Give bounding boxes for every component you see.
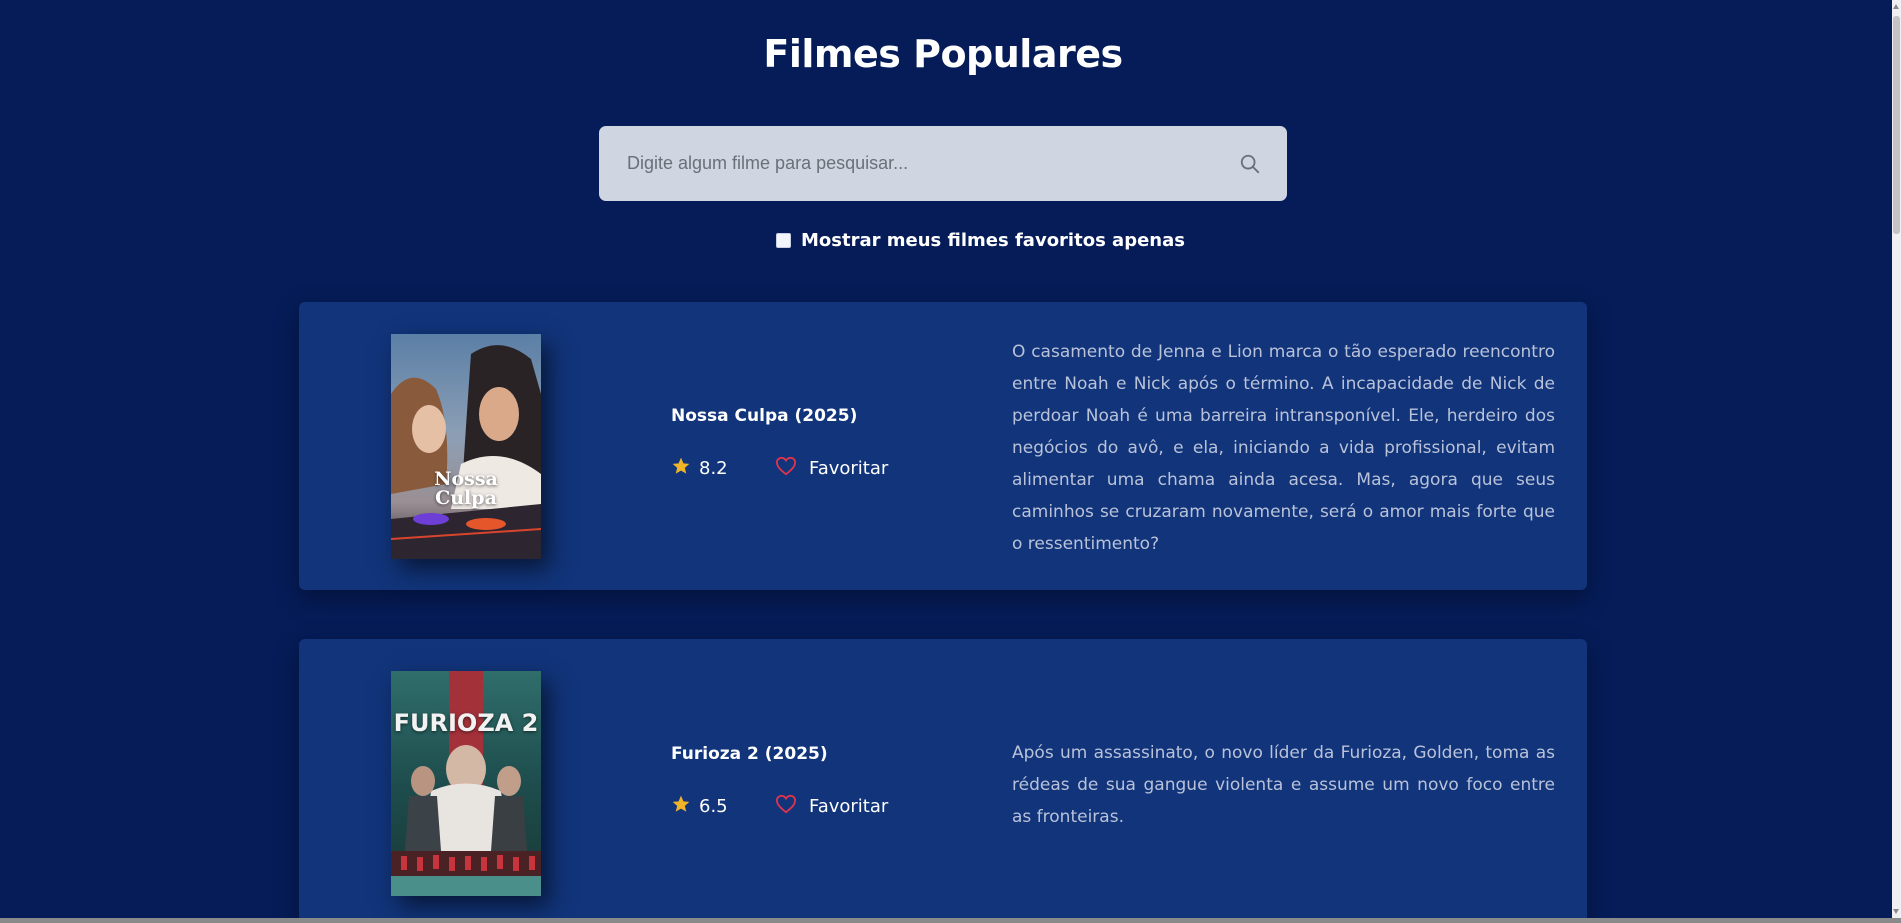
favorites-filter[interactable]: Mostrar meus filmes favoritos apenas — [776, 230, 1185, 251]
heart-icon — [775, 456, 797, 481]
scroll-up-arrow-icon[interactable] — [1893, 4, 1899, 9]
star-icon — [671, 456, 691, 481]
movie-poster: Nossa Culpa — [391, 334, 541, 559]
rating: 6.5 — [671, 794, 775, 819]
page-title: Filmes Populares — [763, 32, 1123, 76]
favorites-filter-label: Mostrar meus filmes favoritos apenas — [801, 230, 1185, 251]
scrollbar-thumb[interactable] — [1893, 16, 1900, 234]
rating: 8.2 — [671, 456, 775, 481]
movie-info: Furioza 2 (2025) 6.5 Favoritar — [671, 744, 888, 819]
favorites-checkbox[interactable] — [776, 233, 791, 248]
movie-meta: 6.5 Favoritar — [671, 794, 888, 819]
poster-title: FURIOZA 2 — [393, 709, 539, 737]
favorite-label: Favoritar — [809, 458, 889, 479]
movie-description: Após um assassinato, o novo líder da Fur… — [1012, 743, 1555, 827]
search-bar — [599, 126, 1287, 201]
movie-title: Nossa Culpa (2025) — [671, 406, 858, 426]
favorite-button[interactable]: Favoritar — [775, 794, 888, 819]
favorite-label: Favoritar — [809, 796, 889, 817]
movie-card: Nossa Culpa Nossa Culpa (2025) 8.2 Favor… — [299, 302, 1587, 590]
rating-value: 6.5 — [699, 796, 728, 817]
rating-value: 8.2 — [699, 458, 728, 479]
horizontal-scrollbar[interactable] — [0, 918, 1901, 923]
scroll-down-arrow-icon[interactable] — [1893, 909, 1899, 914]
search-input[interactable] — [625, 152, 1237, 175]
movie-card: FURIOZA 2 Furioza 2 (2025) 6.5 Favoritar — [299, 639, 1587, 918]
movie-title: Furioza 2 (2025) — [671, 744, 828, 764]
page: Filmes Populares Mostrar meus filmes fav… — [0, 0, 1892, 918]
movie-poster: FURIOZA 2 — [391, 671, 541, 896]
movie-info: Nossa Culpa (2025) 8.2 Favoritar — [671, 406, 888, 481]
favorite-button[interactable]: Favoritar — [775, 456, 888, 481]
heart-icon — [775, 794, 797, 819]
poster-title: Nossa Culpa — [434, 468, 498, 509]
search-icon[interactable] — [1237, 151, 1263, 177]
movie-description: O casamento de Jenna e Lion marca o tão … — [1012, 342, 1555, 554]
star-icon — [671, 794, 691, 819]
movie-meta: 8.2 Favoritar — [671, 456, 888, 481]
vertical-scrollbar[interactable] — [1892, 0, 1901, 918]
